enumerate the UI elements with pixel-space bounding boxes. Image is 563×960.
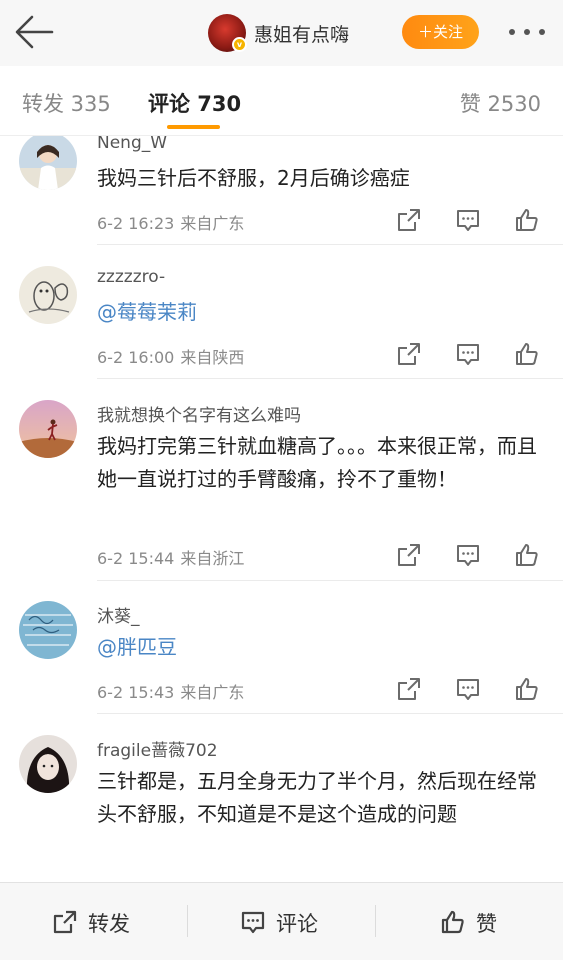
comment-button[interactable]: 评论	[188, 883, 375, 960]
avatar-image	[19, 136, 77, 190]
like-icon[interactable]	[514, 542, 540, 568]
comment-location: 来自浙江	[180, 549, 245, 568]
tab-bar: 转发 335 评论 730 赞 2530	[0, 66, 563, 136]
comment-label: 评论	[276, 912, 318, 936]
back-button[interactable]	[12, 12, 56, 52]
commenter-name[interactable]: zzzzzro-	[97, 267, 165, 287]
like-button[interactable]: 赞	[376, 883, 563, 960]
comment-date: 6-2 15:43	[97, 683, 175, 702]
commenter-avatar[interactable]	[19, 136, 77, 190]
comment-icon[interactable]	[455, 341, 481, 367]
commenter-avatar[interactable]	[19, 400, 77, 458]
avatar-image	[19, 400, 77, 458]
more-dots-icon	[509, 29, 545, 35]
comment-meta: 6-2 15:43 来自广东	[97, 679, 244, 703]
comment-mention[interactable]: @胖匹豆	[97, 631, 547, 664]
avatar-image	[19, 266, 77, 324]
comment-actions	[396, 207, 546, 233]
arrow-left-icon	[15, 15, 54, 49]
comment-mention[interactable]: @莓莓茉莉	[97, 296, 547, 329]
commenter-avatar[interactable]	[19, 266, 77, 324]
like-icon[interactable]	[514, 207, 540, 233]
comment-icon[interactable]	[455, 207, 481, 233]
tab-like[interactable]: 赞 2530	[460, 88, 541, 118]
like-label: 赞	[476, 912, 497, 936]
tab-comment[interactable]: 评论 730	[148, 88, 241, 118]
like-icon[interactable]	[514, 341, 540, 367]
comment-meta: 6-2 16:23 来自广东	[97, 210, 244, 234]
commenter-avatar[interactable]	[19, 601, 77, 659]
verified-badge: v	[232, 37, 247, 52]
tab-repost[interactable]: 转发 335	[22, 88, 111, 118]
comment-actions	[396, 341, 546, 367]
comment-text: 三针都是，五月全身无力了半个月，然后现在经常头不舒服，不知道是不是这个造成的问题	[97, 769, 537, 826]
comment-date: 6-2 16:00	[97, 348, 175, 367]
comment-location: 来自广东	[180, 214, 245, 233]
share-icon[interactable]	[396, 341, 422, 367]
comment-meta: 6-2 15:44 来自浙江	[97, 545, 244, 569]
comment-icon[interactable]	[455, 676, 481, 702]
share-icon[interactable]	[396, 542, 422, 568]
divider	[97, 244, 563, 245]
comment-icon	[241, 911, 265, 934]
comment-item: zzzzzro- @莓莓茉莉 6-2 16:00 来自陕西	[0, 266, 563, 380]
more-button[interactable]	[508, 20, 548, 44]
commenter-name[interactable]: 我就想换个名字有这么难吗	[97, 401, 301, 426]
comment-actions	[396, 542, 546, 568]
active-tab-indicator	[167, 125, 220, 129]
comment-item: Neng_W 我妈三针后不舒服，2月后确诊癌症 6-2 16:23 来自广东	[0, 136, 563, 246]
comment-item: 我就想换个名字有这么难吗 我妈打完第三针就血糖高了。。。本来很正常，而且她一直说…	[0, 400, 563, 582]
divider	[97, 580, 563, 581]
commenter-avatar[interactable]	[19, 735, 77, 793]
avatar-image	[19, 735, 77, 793]
repost-button[interactable]: 转发	[0, 883, 187, 960]
repost-label: 转发	[88, 912, 130, 936]
comment-actions	[396, 676, 546, 702]
top-bar: v 惠姐有点嗨 ＋关注	[0, 0, 563, 66]
comment-date: 6-2 16:23	[97, 214, 175, 233]
comment-item: 沐葵_ @胖匹豆 6-2 15:43 来自广东	[0, 601, 563, 715]
comment-list[interactable]: Neng_W 我妈三针后不舒服，2月后确诊癌症 6-2 16:23 来自广东 zz…	[0, 136, 563, 882]
commenter-name[interactable]: Neng_W	[97, 136, 167, 153]
comment-location: 来自陕西	[180, 348, 245, 367]
commenter-name[interactable]: fragile蔷薇702	[97, 736, 218, 761]
comment-item: fragile蔷薇702 三针都是，五月全身无力了半个月，然后现在经常头不舒服，…	[0, 735, 563, 882]
comment-text: 我妈打完第三针就血糖高了。。。本来很正常，而且她一直说打过的手臂酸痛，拎不了重物…	[97, 434, 537, 491]
follow-button[interactable]: ＋关注	[402, 15, 479, 49]
comment-date: 6-2 15:44	[97, 549, 175, 568]
share-icon[interactable]	[396, 676, 422, 702]
comment-location: 来自广东	[180, 683, 245, 702]
author-name[interactable]: 惠姐有点嗨	[254, 20, 349, 47]
share-icon[interactable]	[396, 207, 422, 233]
like-icon	[441, 910, 464, 934]
bottom-action-bar: 转发 评论 赞	[0, 882, 563, 960]
like-icon[interactable]	[514, 676, 540, 702]
share-icon	[53, 910, 77, 934]
avatar-image	[19, 601, 77, 659]
comment-icon[interactable]	[455, 542, 481, 568]
comment-meta: 6-2 16:00 来自陕西	[97, 344, 244, 368]
commenter-name[interactable]: 沐葵_	[97, 602, 140, 627]
divider	[97, 378, 563, 379]
divider	[97, 713, 563, 714]
comment-text: 我妈三针后不舒服，2月后确诊癌症	[97, 166, 410, 190]
